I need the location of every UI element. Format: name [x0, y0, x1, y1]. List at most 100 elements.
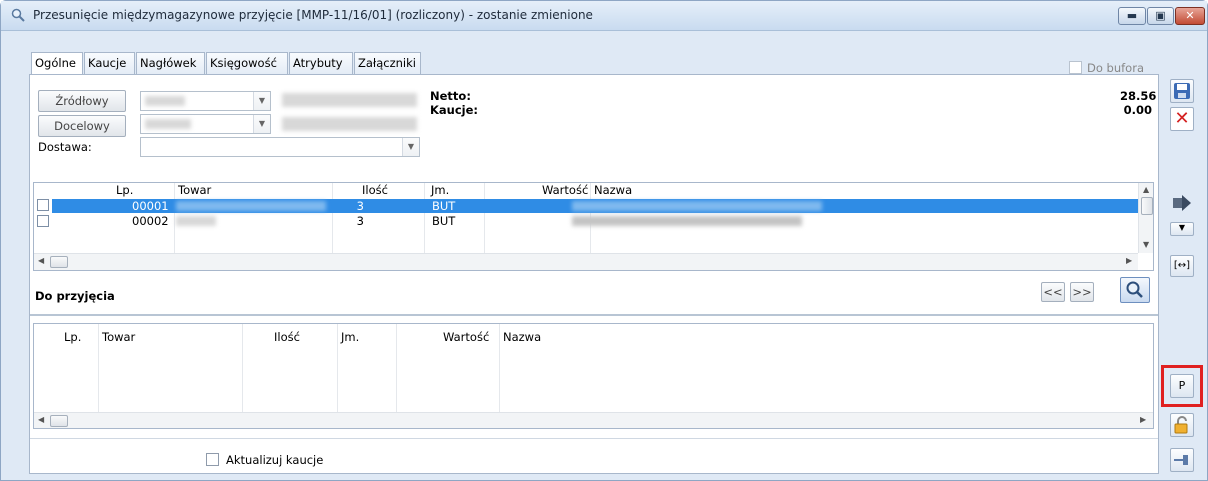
do-bufora-label: Do bufora — [1087, 61, 1144, 75]
towar-redacted — [176, 216, 216, 226]
save-button[interactable] — [1170, 79, 1194, 103]
col-lp[interactable]: Lp. — [64, 330, 81, 344]
scroll-thumb[interactable] — [1141, 197, 1153, 215]
tab-kaucje[interactable]: Kaucje — [84, 52, 135, 74]
table-row[interactable]: 00001 3 BUT — [52, 199, 1139, 213]
maximize-icon: ▣ — [1155, 9, 1166, 22]
horizontal-scrollbar[interactable]: ◀ ▶ — [34, 253, 1138, 270]
col-lp[interactable]: Lp. — [116, 183, 133, 197]
dostawa-label: Dostawa: — [38, 140, 92, 154]
row-ilosc: 3 — [356, 199, 364, 213]
netto-value: 28.56 — [1120, 89, 1157, 103]
aktualizuj-kaucje-checkbox[interactable] — [206, 453, 219, 466]
col-wartosc[interactable]: Wartość — [443, 330, 489, 344]
kaucje-value: 0.00 — [1123, 103, 1152, 117]
search-icon — [1126, 281, 1143, 298]
tab-naglowek[interactable]: Nagłówek — [136, 52, 205, 74]
nazwa-redacted — [572, 216, 802, 226]
zrodlowy-button[interactable]: Źródłowy — [38, 90, 126, 112]
prev-button[interactable]: << — [1041, 282, 1065, 302]
row-checkbox[interactable] — [37, 199, 49, 211]
link-arrows-icon: [↔] — [1173, 260, 1191, 271]
do-bufora-checkbox[interactable]: Do bufora — [1069, 61, 1144, 75]
chevron-down-icon: ▼ — [253, 92, 270, 110]
column-divider — [396, 324, 397, 412]
dropdown-button[interactable]: ▼ — [1170, 222, 1194, 236]
zrodlowy-name-redacted — [282, 93, 417, 107]
chevron-down-icon: ▼ — [1178, 223, 1186, 232]
minimize-button[interactable]: ▬ — [1118, 7, 1146, 25]
row-jm: BUT — [432, 214, 456, 228]
nazwa-redacted — [572, 201, 822, 211]
export-button[interactable] — [1170, 194, 1194, 214]
minimize-icon: ▬ — [1126, 9, 1138, 22]
next-button[interactable]: >> — [1070, 282, 1094, 302]
main-panel: Źródłowy Docelowy ▼ ▼ Dostawa: ▼ Netto: … — [29, 74, 1159, 474]
scroll-up-icon[interactable]: ▲ — [1143, 185, 1149, 194]
lock-icon — [1174, 416, 1188, 434]
scroll-right-icon[interactable]: ▶ — [1140, 415, 1146, 424]
arrow-right-icon — [1173, 195, 1191, 211]
vertical-scrollbar[interactable]: ▲ ▼ — [1138, 183, 1153, 253]
unlock-button[interactable] — [1170, 413, 1194, 437]
maximize-button[interactable]: ▣ — [1147, 7, 1174, 25]
scroll-left-icon[interactable]: ◀ — [38, 415, 44, 424]
chevron-down-icon: ▼ — [402, 138, 419, 156]
col-jm[interactable]: Jm. — [431, 183, 449, 197]
col-towar[interactable]: Towar — [102, 330, 135, 344]
magnifier-app-icon — [11, 8, 25, 22]
redacted-text — [145, 96, 185, 106]
docelowy-button[interactable]: Docelowy — [38, 115, 126, 137]
tab-ksiegowosc[interactable]: Księgowość — [206, 52, 288, 74]
section-divider — [30, 314, 1158, 316]
window-title: Przesunięcie międzymagazynowe przyjęcie … — [33, 8, 593, 22]
col-nazwa[interactable]: Nazwa — [503, 330, 541, 344]
close-icon: ✕ — [1185, 9, 1195, 22]
dostawa-combo[interactable]: ▼ — [140, 137, 420, 157]
tab-ogolne[interactable]: Ogólne — [31, 52, 83, 75]
p-button[interactable]: P — [1170, 374, 1194, 398]
col-towar[interactable]: Towar — [178, 183, 211, 197]
col-jm[interactable]: Jm. — [341, 330, 359, 344]
aktualizuj-kaucje-label: Aktualizuj kaucje — [226, 453, 324, 467]
checkbox-box — [1069, 61, 1082, 74]
close-button[interactable]: ✕ — [1175, 7, 1205, 25]
col-ilosc[interactable]: Ilość — [362, 183, 388, 197]
scroll-left-icon[interactable]: ◀ — [38, 256, 44, 265]
table-row[interactable]: 00002 3 BUT — [52, 214, 1139, 228]
col-nazwa[interactable]: Nazwa — [594, 183, 632, 197]
horizontal-scrollbar[interactable]: ◀ ▶ — [34, 412, 1153, 428]
tab-zalaczniki[interactable]: Załączniki — [354, 52, 421, 74]
app-window: Przesunięcie międzymagazynowe przyjęcie … — [0, 0, 1208, 481]
scroll-right-icon[interactable]: ▶ — [1126, 256, 1132, 265]
towar-redacted — [176, 201, 326, 211]
redacted-text — [145, 119, 191, 129]
kaucje-label: Kaucje: — [430, 103, 479, 117]
row-lp: 00001 — [132, 199, 169, 213]
col-ilosc[interactable]: Ilość — [274, 330, 300, 344]
docelowy-combo[interactable]: ▼ — [140, 114, 271, 134]
scroll-thumb[interactable] — [50, 256, 68, 268]
pin-button[interactable] — [1170, 448, 1194, 472]
link-button[interactable]: [↔] — [1170, 255, 1194, 277]
row-ilosc: 3 — [356, 214, 364, 228]
zrodlowy-combo[interactable]: ▼ — [140, 91, 271, 111]
docelowy-name-redacted — [282, 117, 417, 131]
items-table[interactable]: Lp. Towar Ilość Jm. Wartość Nazwa 00001 … — [33, 182, 1154, 271]
col-wartosc[interactable]: Wartość — [542, 183, 588, 197]
row-lp: 00002 — [132, 214, 169, 228]
row-checkbox[interactable] — [37, 215, 49, 227]
search-button[interactable] — [1120, 277, 1150, 303]
column-divider — [499, 324, 500, 412]
netto-label: Netto: — [430, 89, 471, 103]
scroll-down-icon[interactable]: ▼ — [1143, 240, 1149, 249]
chevron-down-icon: ▼ — [253, 115, 270, 133]
title-bar: Przesunięcie międzymagazynowe przyjęcie … — [1, 1, 1207, 31]
row-jm: BUT — [432, 199, 456, 213]
floppy-disk-icon — [1174, 83, 1190, 99]
pending-table[interactable]: Lp. Towar Ilość Jm. Wartość Nazwa ◀ ▶ — [33, 323, 1154, 429]
cancel-button[interactable]: ✕ — [1170, 107, 1194, 131]
scroll-thumb[interactable] — [50, 415, 68, 427]
column-divider — [98, 324, 99, 412]
tab-atrybuty[interactable]: Atrybuty — [289, 52, 353, 74]
